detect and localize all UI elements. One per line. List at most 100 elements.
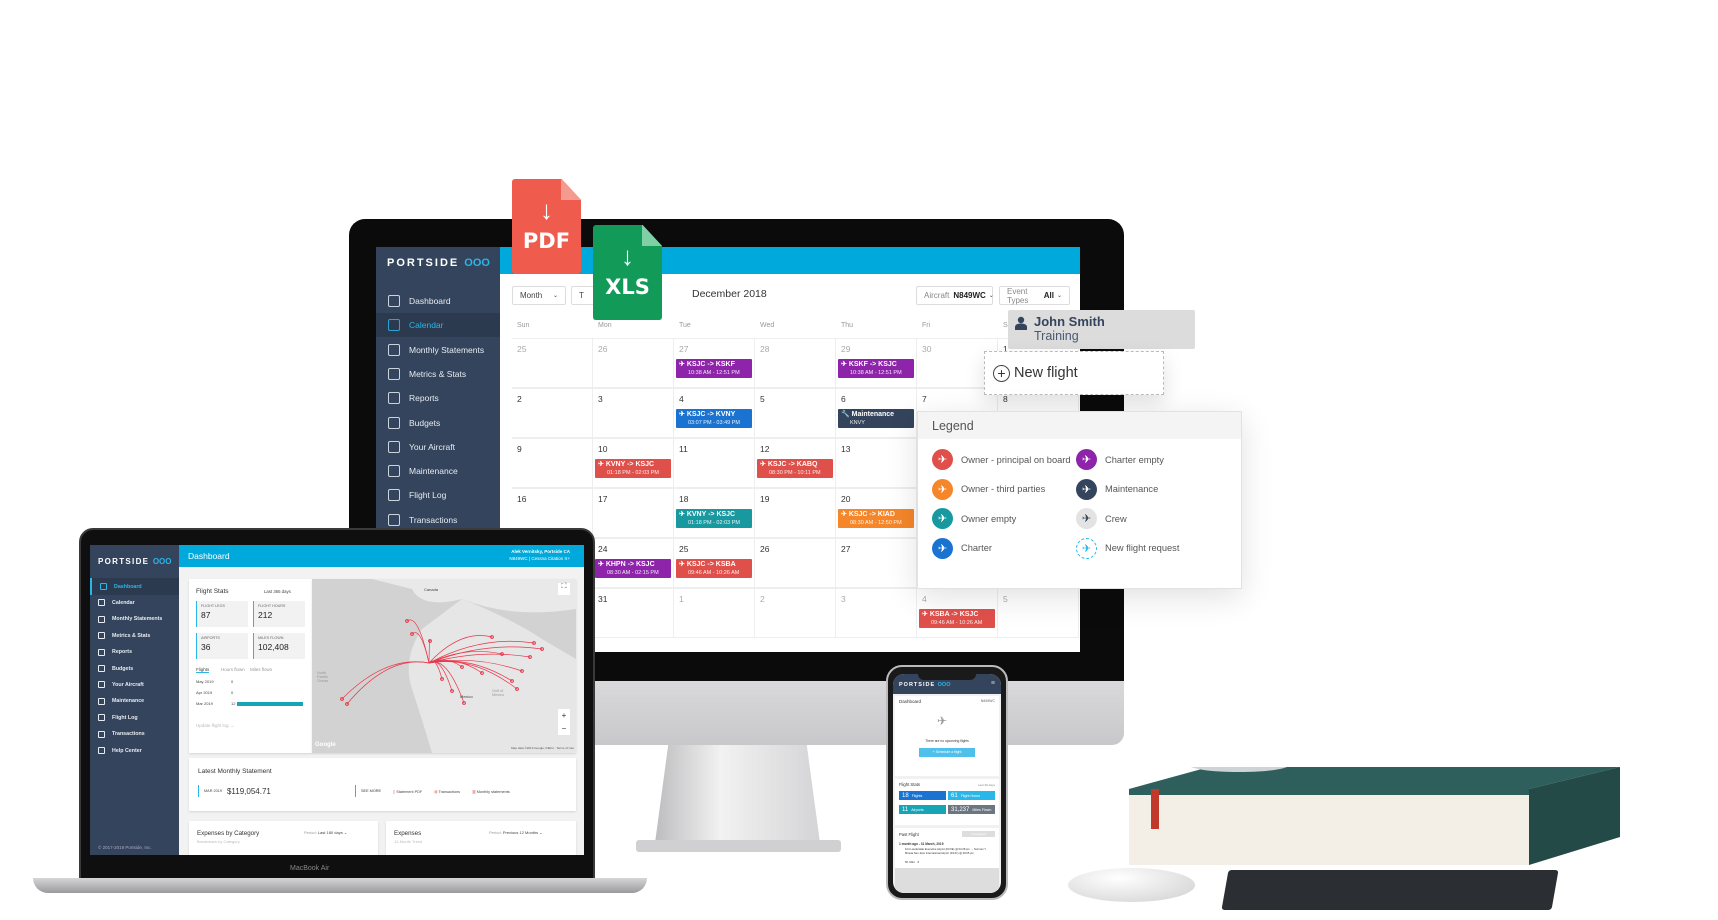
sidebar-item-dashboard[interactable]: Dashboard [90, 578, 179, 595]
sidebar-item-budgets[interactable]: Budgets [90, 660, 179, 677]
stat-value: 11 [902, 806, 909, 813]
new-flight-dropzone[interactable]: + New flight [984, 351, 1164, 395]
card-title: Flight Stats [899, 782, 920, 787]
monthly-statements-link[interactable]: ▥ Monthly statements [472, 789, 510, 794]
sidebar-item-transactions[interactable]: Transactions [90, 726, 179, 743]
sidebar-item-metrics-stats[interactable]: Metrics & Stats [376, 362, 500, 386]
day-number: 25 [679, 544, 689, 554]
pdf-download-icon[interactable]: ↓ PDF [512, 179, 581, 274]
event-types-select[interactable]: Event Types All ⌄ [999, 286, 1070, 305]
view-select[interactable]: Month ⌄ [512, 286, 566, 305]
calendar-day-cell[interactable]: 29 ✈ KSKF -> KSJC 10:38 AM - 12:51 PM [836, 338, 917, 388]
sidebar-item-label: Help Center [112, 747, 142, 754]
sidebar-item-monthly-statements[interactable]: Monthly Statements [376, 338, 500, 362]
calendar-event[interactable]: ✈ KSJC -> KIAD 08:30 AM - 12:50 PM [838, 509, 914, 528]
calendar-day-cell[interactable]: 11 [674, 438, 755, 488]
flight-map[interactable]: Canada Mexico North Pacific Ocean Gulf o… [312, 579, 576, 753]
event-time: 10:38 AM - 12:51 PM [688, 369, 740, 376]
calendar-day-cell[interactable]: 31 [593, 588, 674, 638]
sidebar-item-flight-log[interactable]: Flight Log [90, 709, 179, 726]
calendar-event[interactable]: ✈ KHPN -> KSJC 08:30 AM - 02:15 PM [595, 559, 671, 578]
schedule-flight-button[interactable]: + Schedule a flight [919, 748, 975, 757]
tab-flights[interactable]: Flights [196, 667, 210, 673]
calendar-day-cell[interactable]: 27 ✈ KSJC -> KSKF 10:38 AM - 12:51 PM [674, 338, 755, 388]
calendar-event[interactable]: ✈ KVNY -> KSJC 01:18 PM - 02:03 PM [595, 459, 671, 478]
period-select[interactable]: Last 365 days [264, 589, 291, 594]
calendar-day-cell[interactable]: 19 [755, 488, 836, 538]
calendar-day-cell[interactable]: 13 [836, 438, 917, 488]
calendar-day-cell[interactable]: 28 [755, 338, 836, 388]
sidebar-item-calendar[interactable]: Calendar [90, 594, 179, 611]
user-info[interactable]: Alek Vernitsky, Portside CA N849WC | Cess… [509, 549, 570, 563]
period-select[interactable]: Period: Previous 12 Months ⌄ [489, 830, 543, 835]
calendar-day-cell[interactable]: 10 ✈ KVNY -> KSJC 01:18 PM - 02:03 PM [593, 438, 674, 488]
tab-hours-flown[interactable]: Hours flown [221, 667, 245, 672]
route-lines [340, 579, 576, 753]
tab-miles-flown[interactable]: Miles flown [250, 667, 272, 672]
sidebar-item-dashboard[interactable]: Dashboard [376, 289, 500, 313]
calendar-day-cell[interactable]: 26 [593, 338, 674, 388]
xls-download-icon[interactable]: ↓ XLS [593, 225, 662, 320]
portside-logo: PORTSIDE OOO [98, 557, 172, 566]
aircraft-select[interactable]: Aircraft N849WC ⌄ [916, 286, 994, 305]
day-number: 26 [598, 344, 608, 354]
calendar-day-cell[interactable]: 5 [998, 588, 1079, 638]
calendar-event[interactable]: ✈ KSJC -> KABQ 08:30 PM - 10:11 PM [757, 459, 833, 478]
sidebar-item-help-center[interactable]: Help Center [90, 742, 179, 759]
sidebar-item-reports[interactable]: Reports [90, 644, 179, 661]
stat-value: 31,237 [951, 806, 970, 813]
sidebar-item-calendar[interactable]: Calendar [376, 313, 500, 338]
card-subtitle: Breakdown by Category [197, 839, 240, 844]
calendar-day-cell[interactable]: 20 ✈ KSJC -> KIAD 08:30 AM - 12:50 PM [836, 488, 917, 538]
calendar-day-cell[interactable]: 1 [674, 588, 755, 638]
statement-pdf-link[interactable]: ▯ Statement PDF [393, 789, 422, 794]
sidebar-item-your-aircraft[interactable]: Your Aircraft [376, 435, 500, 459]
day-number: 10 [598, 444, 608, 454]
calendar-day-cell[interactable]: 12 ✈ KSJC -> KABQ 08:30 PM - 10:11 PM [755, 438, 836, 488]
crew-drag-card[interactable]: John Smith Training [1008, 310, 1195, 349]
zoom-controls[interactable]: + − [558, 709, 570, 735]
sidebar-item-metrics-stats[interactable]: Metrics & Stats [90, 627, 179, 644]
calendar-day-cell[interactable]: 3 [593, 388, 674, 438]
sidebar-item-budgets[interactable]: Budgets [376, 411, 500, 435]
sidebar-item-your-aircraft[interactable]: Your Aircraft [90, 676, 179, 693]
sidebar-item-maintenance[interactable]: Maintenance [376, 459, 500, 483]
calendar-day-cell[interactable]: 26 [755, 538, 836, 588]
day-number: 31 [598, 594, 608, 604]
fullscreen-icon[interactable]: ⛶ [558, 583, 570, 595]
sidebar-item-maintenance[interactable]: Maintenance [90, 693, 179, 710]
period-select[interactable]: Period: Last 180 days ⌄ [304, 830, 347, 835]
calendar-event[interactable]: ✈ KSJC -> KSKF 10:38 AM - 12:51 PM [676, 359, 752, 378]
past-flight-date: 1 month ago - 31 March, 2019 [899, 842, 944, 846]
calendar-day-cell[interactable]: 24 ✈ KHPN -> KSJC 08:30 AM - 02:15 PM [593, 538, 674, 588]
calendar-day-cell[interactable]: 4 ✈ KSJC -> KVNY 03:07 PM - 03:49 PM [674, 388, 755, 438]
calendar-event[interactable]: ✈ KSKF -> KSJC 10:38 AM - 12:51 PM [838, 359, 914, 378]
calendar-event[interactable]: ✈ KSJC -> KSBA 09:46 AM - 10:26 AM [676, 559, 752, 578]
calendar-day-cell[interactable]: 18 ✈ KVNY -> KSJC 01:18 PM - 02:03 PM [674, 488, 755, 538]
calendar-day-cell[interactable]: 4 ✈ KSBA -> KSJC 09:46 AM - 10:26 AM [917, 588, 998, 638]
calendar-day-cell[interactable]: 17 [593, 488, 674, 538]
calendar-day-cell[interactable]: 2 [512, 388, 593, 438]
sidebar-item-monthly-statements[interactable]: Monthly Statements [90, 611, 179, 628]
sidebar-item-label: Reports [112, 649, 133, 656]
calendar-day-cell[interactable]: 25 ✈ KSJC -> KSBA 09:46 AM - 10:26 AM [674, 538, 755, 588]
plane-icon: ✈ [1076, 449, 1097, 470]
calendar-day-cell[interactable]: 3 [836, 588, 917, 638]
calendar-day-cell[interactable]: 6 🔧 Maintenance KNVY [836, 388, 917, 438]
calendar-day-cell[interactable]: 2 [755, 588, 836, 638]
calendar-event[interactable]: ✈ KSJC -> KVNY 03:07 PM - 03:49 PM [676, 409, 752, 428]
calendar-day-cell[interactable]: 27 [836, 538, 917, 588]
calendar-event[interactable]: 🔧 Maintenance KNVY [838, 409, 914, 428]
laptop-base [33, 878, 647, 893]
calendar-day-cell[interactable]: 5 [755, 388, 836, 438]
calendar-day-cell[interactable]: 9 [512, 438, 593, 488]
transactions-link[interactable]: ◍ Transactions [434, 789, 460, 794]
event-route: KSJC -> KABQ [767, 461, 818, 468]
sidebar-item-reports[interactable]: Reports [376, 386, 500, 410]
update-flight-log-link[interactable]: Update flight log → [196, 723, 234, 728]
sidebar-item-flight-log[interactable]: Flight Log [376, 483, 500, 507]
calendar-event[interactable]: ✈ KVNY -> KSJC 01:18 PM - 02:03 PM [676, 509, 752, 528]
calendar-day-cell[interactable]: 25 [512, 338, 593, 388]
calendar-event[interactable]: ✈ KSBA -> KSJC 09:46 AM - 10:26 AM [919, 609, 995, 628]
menu-icon[interactable]: ≡ [991, 680, 995, 687]
